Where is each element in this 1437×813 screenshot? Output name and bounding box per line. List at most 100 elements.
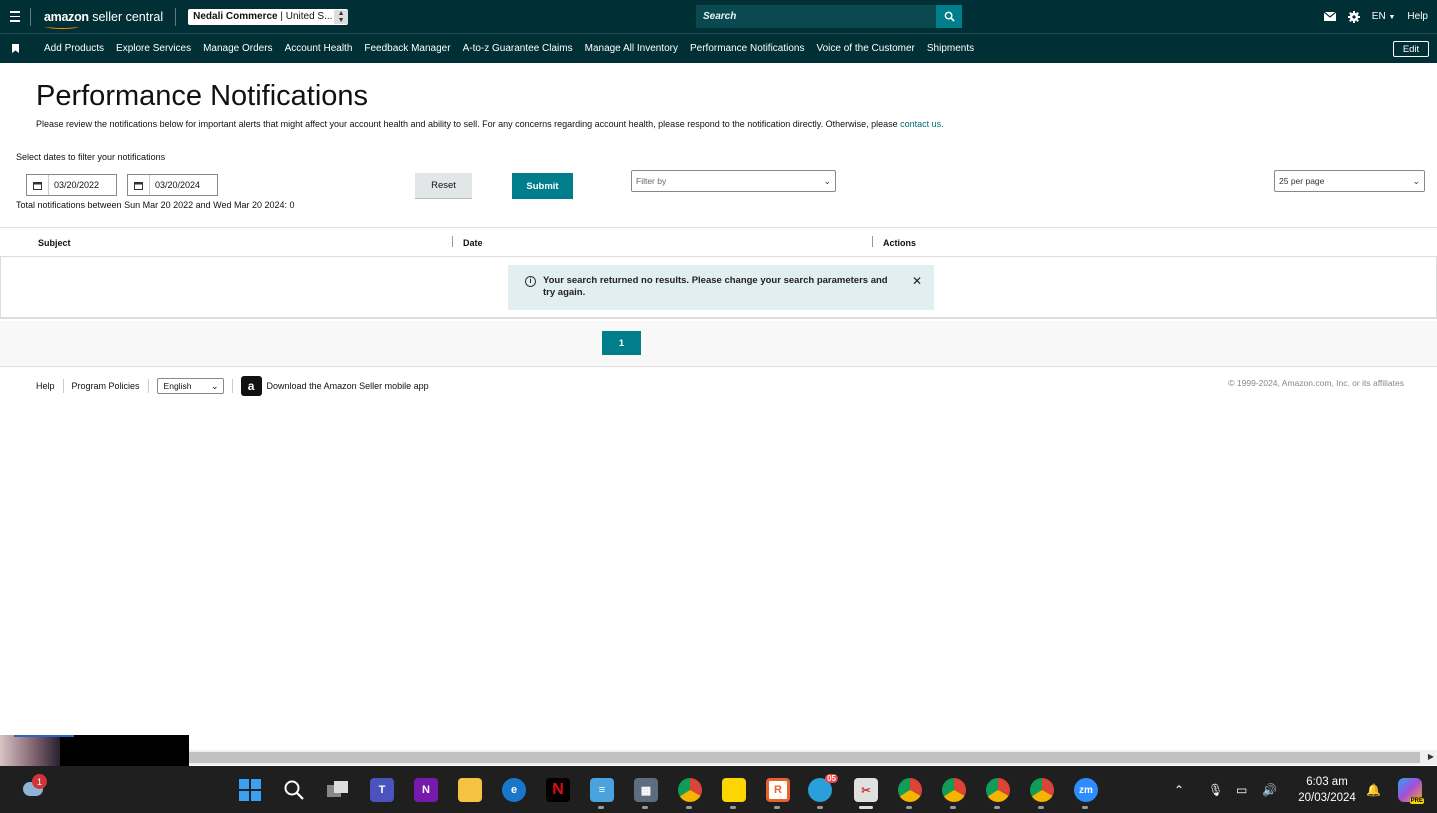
calendar-icon[interactable] (128, 175, 150, 195)
language-label: EN (1371, 11, 1386, 22)
search-input[interactable]: Search (696, 5, 936, 28)
chrome-profile-icon[interactable] (942, 778, 966, 802)
footer-language-value: English (163, 381, 192, 391)
netflix-icon[interactable]: N (546, 778, 570, 802)
bookmark-nav: Add Products Explore Services Manage Ord… (0, 33, 1437, 63)
info-icon: i (525, 276, 536, 287)
snipping-tool-icon[interactable]: ✂ (854, 778, 878, 802)
thumbnail-progress (14, 735, 74, 737)
sticky-notes-icon[interactable] (722, 778, 746, 802)
copyright: © 1999-2024, Amazon.com, Inc. or its aff… (1228, 378, 1404, 388)
telegram-badge: 05 (825, 774, 838, 783)
nav-item-account-health[interactable]: Account Health (279, 43, 359, 54)
search-button[interactable] (936, 5, 962, 28)
onenote-icon[interactable]: N (414, 778, 438, 802)
table-header: Subject Date Actions (0, 227, 1437, 257)
chevron-up-icon[interactable]: ⌃ (1174, 766, 1184, 813)
reset-button[interactable]: Reset (415, 173, 472, 199)
running-indicator (950, 806, 956, 809)
running-indicator (994, 806, 1000, 809)
footer-help-link[interactable]: Help (36, 381, 55, 391)
copilot-icon[interactable]: PRE (1398, 778, 1424, 804)
contact-us-link[interactable]: contact us. (900, 119, 944, 129)
calculator-icon[interactable]: ▦ (634, 778, 658, 802)
filter-by-placeholder: Filter by (636, 176, 667, 186)
gear-icon[interactable] (1347, 10, 1360, 23)
horizontal-scrollbar[interactable]: ▶ (0, 750, 1437, 765)
volume-icon[interactable]: 🔊 (1262, 766, 1277, 813)
footer-language-select[interactable]: English ⌄ (156, 378, 224, 394)
app-r-icon[interactable]: R (766, 778, 790, 802)
file-explorer-icon[interactable] (458, 778, 482, 802)
divider (147, 379, 149, 393)
download-app-link[interactable]: Download the Amazon Seller mobile app (267, 381, 429, 391)
chrome-icon[interactable] (678, 778, 702, 802)
pagination: 1 (0, 321, 1437, 367)
amazon-app-icon[interactable]: a (240, 376, 262, 396)
column-divider (872, 236, 873, 247)
calendar-icon[interactable] (27, 175, 49, 195)
chrome-profile-icon[interactable] (986, 778, 1010, 802)
running-indicator (817, 806, 823, 809)
network-icon[interactable]: ▭ (1236, 766, 1247, 813)
program-policies-link[interactable]: Program Policies (72, 381, 140, 391)
start-date-value: 03/20/2022 (54, 180, 100, 190)
seller-central-logo[interactable]: amazon seller central (31, 10, 175, 29)
zoom-icon[interactable]: zm (1074, 778, 1098, 802)
nav-item-performance-notifications[interactable]: Performance Notifications (684, 43, 811, 54)
submit-button[interactable]: Submit (512, 173, 573, 199)
updown-arrow-icon: ▲ ▼ (334, 9, 349, 24)
per-page-dropdown[interactable]: 25 per page ⌄ (1274, 170, 1425, 192)
chrome-profile-icon[interactable] (898, 778, 922, 802)
table-body: i Your search returned no results. Pleas… (0, 257, 1437, 319)
weather-widget[interactable]: 1 (20, 774, 47, 802)
telegram-icon[interactable]: 05 (808, 774, 838, 802)
notepad-icon[interactable]: ≡ (590, 778, 614, 802)
thumbnail-image (0, 735, 60, 766)
start-date-field[interactable]: 03/20/2022 (26, 174, 117, 196)
column-subject[interactable]: Subject (38, 238, 71, 248)
nav-item-feedback-manager[interactable]: Feedback Manager (358, 43, 456, 54)
edge-icon[interactable]: e (502, 778, 526, 802)
total-notifications: Total notifications between Sun Mar 20 2… (16, 200, 295, 210)
store-selector[interactable]: Nedali Commerce | United S... ▲ ▼ (188, 8, 349, 25)
task-view-icon[interactable] (326, 778, 350, 802)
nav-item-add-products[interactable]: Add Products (38, 43, 110, 54)
chevron-down-icon: ⌄ (823, 176, 831, 186)
scroll-right-icon[interactable]: ▶ (1428, 752, 1434, 761)
caret-down-icon: ▼ (1388, 14, 1396, 21)
video-thumbnail[interactable] (0, 735, 189, 766)
column-date[interactable]: Date (463, 238, 483, 248)
nav-item-manage-inventory[interactable]: Manage All Inventory (579, 43, 684, 54)
mail-icon[interactable] (1323, 12, 1336, 21)
running-indicator (598, 806, 604, 809)
help-link[interactable]: Help (1407, 11, 1428, 22)
end-date-field[interactable]: 03/20/2024 (127, 174, 218, 196)
running-indicator (906, 806, 912, 809)
windows-start-icon[interactable] (238, 778, 262, 802)
menu-icon[interactable] (0, 0, 30, 33)
chrome-profile-icon[interactable] (1030, 778, 1054, 802)
nav-item-explore-services[interactable]: Explore Services (110, 43, 197, 54)
nav-item-a-to-z-claims[interactable]: A-to-z Guarantee Claims (457, 43, 579, 54)
scrollbar-thumb[interactable] (189, 752, 1420, 763)
nav-item-shipments[interactable]: Shipments (921, 43, 980, 54)
running-indicator (686, 806, 692, 809)
bookmark-icon[interactable] (0, 44, 30, 53)
column-actions: Actions (883, 238, 917, 248)
microphone-icon[interactable]: 🎙 (1208, 766, 1223, 813)
running-indicator (1038, 806, 1044, 809)
filter-by-dropdown[interactable]: Filter by ⌄ (631, 170, 836, 192)
close-icon[interactable]: ✕ (912, 275, 922, 310)
date-filter-label: Select dates to filter your notification… (16, 152, 166, 162)
nav-item-voice-of-customer[interactable]: Voice of the Customer (811, 43, 921, 54)
edit-nav-button[interactable]: Edit (1393, 41, 1429, 57)
running-indicator (774, 806, 780, 809)
teams-icon[interactable]: T (370, 778, 394, 802)
system-clock[interactable]: 6:03 am 20/03/2024 (1292, 774, 1362, 806)
notifications-icon[interactable]: 🔔 (1366, 766, 1381, 813)
language-selector[interactable]: EN ▼ (1372, 11, 1396, 22)
page-button-current[interactable]: 1 (602, 331, 641, 355)
nav-item-manage-orders[interactable]: Manage Orders (197, 43, 278, 54)
search-icon[interactable] (282, 778, 306, 802)
